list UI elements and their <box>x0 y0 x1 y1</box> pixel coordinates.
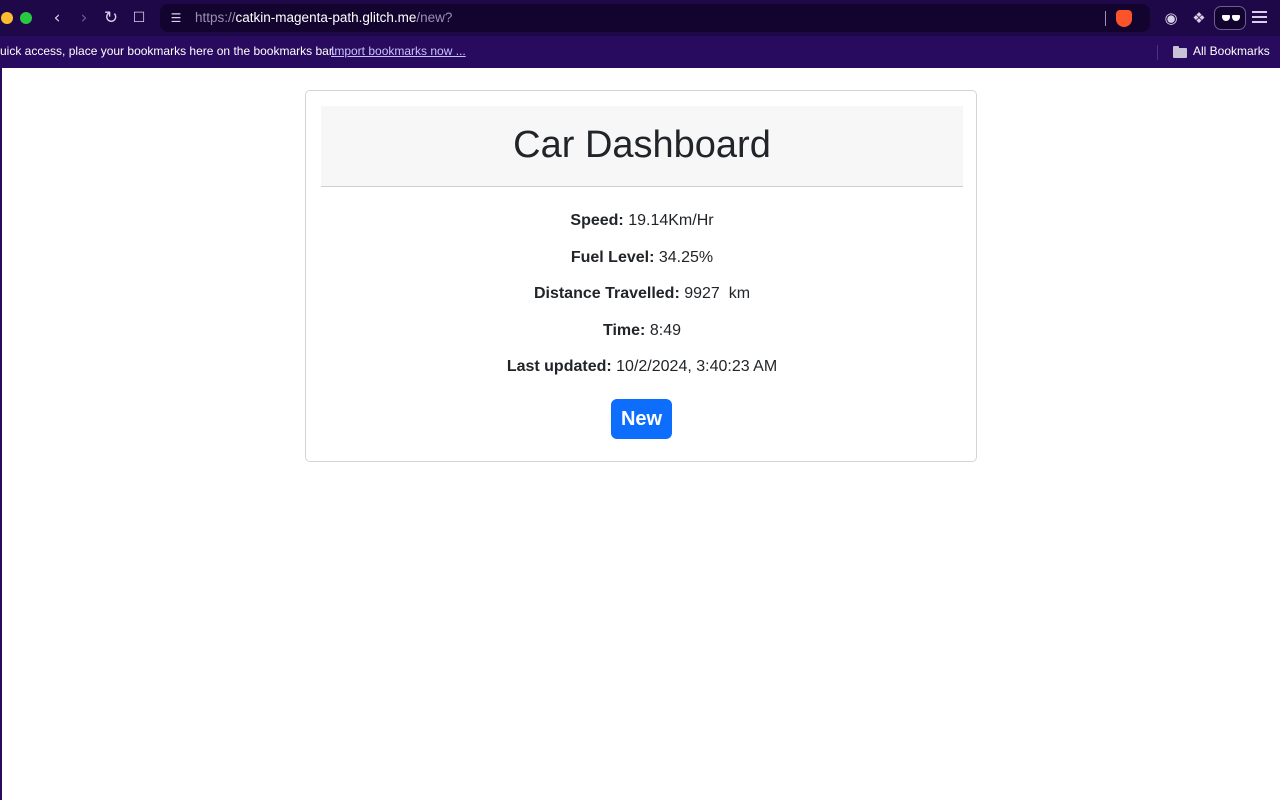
card-header: Car Dashboard <box>321 106 963 187</box>
menu-icon[interactable] <box>1252 11 1267 23</box>
url-host: catkin-magenta-path.glitch.me <box>235 10 417 25</box>
bookmarks-bar-hint: uick access, place your bookmarks here o… <box>0 44 336 58</box>
private-profile-button[interactable] <box>1214 6 1246 30</box>
address-bar[interactable]: ☰ https://catkin-magenta-path.glitch.me/… <box>160 4 1150 32</box>
browser-toolbar: ‹ › ↻ ☐ ☰ https://catkin-magenta-path.gl… <box>0 0 1280 36</box>
distance-label: Distance Travelled: <box>533 285 680 302</box>
url-text[interactable]: https://catkin-magenta-path.glitch.me/ne… <box>195 10 452 25</box>
bookmarks-bar: uick access, place your bookmarks here o… <box>0 36 1280 68</box>
puzzle-icon[interactable]: ❖ <box>1188 8 1210 28</box>
speed-stat: Speed: 19.14Km/Hr <box>306 211 978 231</box>
fuel-level-value: 34.25% <box>658 249 714 266</box>
url-divider <box>1105 11 1106 26</box>
url-scheme: https:// <box>195 10 236 25</box>
maximize-window-button[interactable] <box>20 12 32 24</box>
site-settings-icon[interactable]: ☰ <box>168 10 184 26</box>
last-updated-value: 10/2/2024, 3:40:23 AM <box>616 358 778 375</box>
bookmarks-divider <box>1157 45 1158 60</box>
fuel-level-stat: Fuel Level: 34.25% <box>306 248 978 268</box>
back-icon[interactable]: ‹ <box>47 8 67 28</box>
distance-stat: Distance Travelled: 9927 km <box>306 284 978 304</box>
folder-icon <box>1173 46 1187 58</box>
page-title: Car Dashboard <box>513 124 771 166</box>
forward-icon[interactable]: › <box>74 8 94 28</box>
fuel-level-label: Fuel Level: <box>570 249 655 266</box>
time-label: Time: <box>603 322 646 339</box>
last-updated-label: Last updated: <box>506 358 612 375</box>
brave-shields-icon[interactable] <box>1116 10 1132 27</box>
speed-value: 19.14Km/Hr <box>628 212 714 229</box>
page-viewport: Car Dashboard Speed: 19.14Km/Hr Fuel Lev… <box>2 68 1280 800</box>
all-bookmarks-button[interactable]: All Bookmarks <box>1193 44 1270 58</box>
time-value: 8:49 <box>649 322 681 339</box>
minimize-window-button[interactable] <box>1 12 13 24</box>
new-button[interactable]: New <box>611 399 672 439</box>
import-bookmarks-link[interactable]: Import bookmarks now ... <box>331 44 466 58</box>
dashboard-card: Car Dashboard Speed: 19.14Km/Hr Fuel Lev… <box>305 90 977 462</box>
reload-icon[interactable]: ↻ <box>101 8 121 28</box>
speed-label: Speed: <box>570 212 624 229</box>
url-path: /new? <box>416 10 453 25</box>
last-updated-stat: Last updated: 10/2/2024, 3:40:23 AM <box>306 357 978 377</box>
bookmark-icon[interactable]: ☐ <box>129 8 149 28</box>
extension-icon[interactable]: ◉ <box>1160 8 1182 28</box>
private-glasses-icon <box>1222 15 1240 21</box>
time-stat: Time: 8:49 <box>306 321 978 341</box>
distance-value: 9927 km <box>684 285 751 302</box>
